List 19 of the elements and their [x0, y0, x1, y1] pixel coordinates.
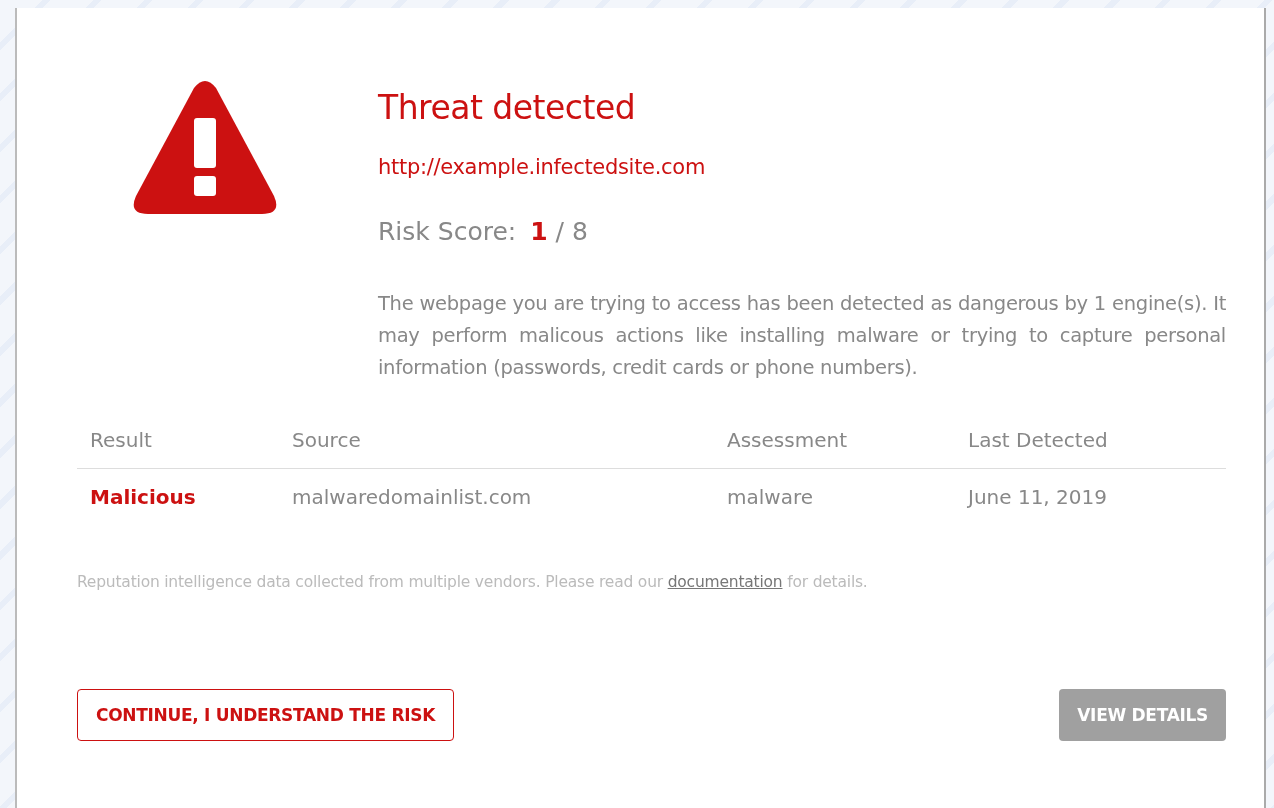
footnote: Reputation intelligence data collected from multiple vendors. Please read our documentation for details.	[77, 573, 869, 591]
documentation-link[interactable]: documentation	[667, 573, 783, 591]
description: The webpage you are trying to access has been detected as dangerous by 1 engine(s). It may perform malicous actions like installing malware or trying to capture personal information (passwords, credit cards or phone numbers).	[378, 291, 1226, 381]
alert-title: Threat detected	[378, 88, 637, 127]
table-cell-text: malware	[726, 484, 814, 511]
risk-total: / 8	[555, 217, 588, 246]
site-url: http://example.infectedsite.com	[378, 155, 706, 179]
table-cell-text: June 11, 2019	[966, 484, 1108, 511]
table-cell-text: Malicious	[89, 484, 197, 511]
column-header: Last Detected	[955, 428, 1226, 469]
warning-icon	[132, 80, 278, 216]
continue-button[interactable]: CONTINUE, I UNDERSTAND THE RISK	[77, 689, 454, 741]
column-header: Assessment	[714, 428, 955, 469]
details-button[interactable]: VIEW DETAILS	[1059, 689, 1226, 741]
table-cell-text: malwaredomainlist.com	[291, 484, 533, 511]
column-header: Source	[279, 428, 714, 469]
risk-label: Risk Score:	[378, 217, 517, 246]
risk-score: 1	[530, 217, 548, 246]
column-header: Result	[77, 428, 279, 469]
